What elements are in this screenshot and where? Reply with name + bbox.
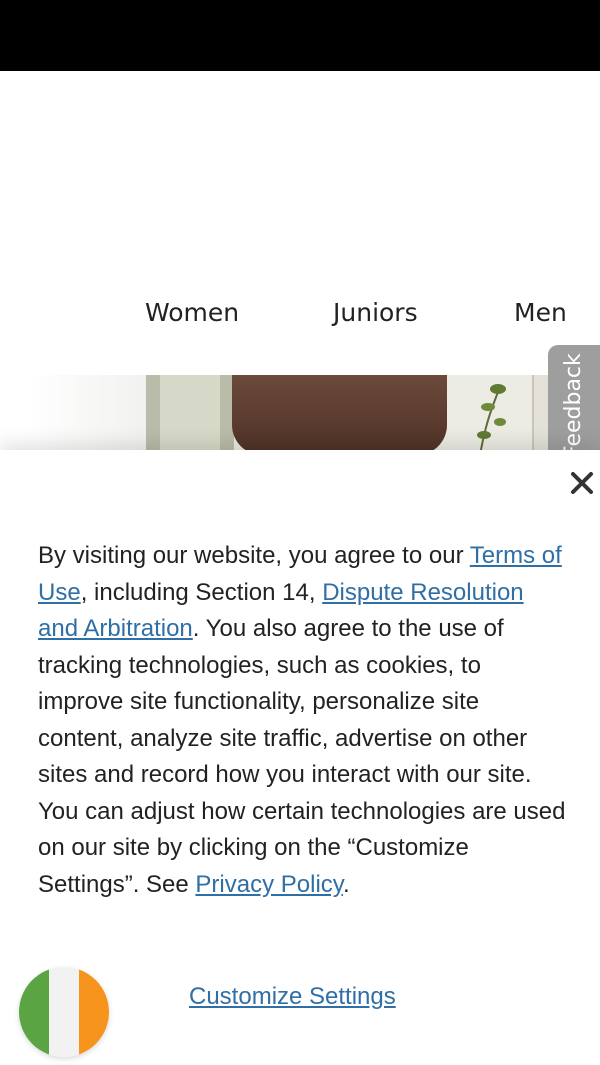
nav-item-juniors[interactable]: Juniors [333,290,418,336]
nav-item-men[interactable]: Men [514,290,567,336]
consent-text-section: , including Section 14, [80,578,323,606]
close-icon[interactable] [565,466,599,500]
header [0,71,600,281]
customize-settings-link[interactable]: Customize Settings [189,979,396,1015]
privacy-policy-link[interactable]: Privacy Policy [195,871,343,898]
nav-item-women[interactable]: Women [145,290,239,336]
consent-text: By visiting our website, you agree to ou… [38,538,568,903]
consent-text-end: . [343,870,350,898]
status-bar [0,0,600,71]
category-nav: Women Juniors Men [0,290,600,340]
feedback-label: Feedback [561,353,586,458]
consent-text-intro: By visiting our website, you agree to ou… [38,542,470,569]
hero-model-image [232,375,447,455]
hero-image [0,375,600,455]
consent-text-body: . You also agree to the use of tracking … [38,615,566,898]
feedback-tab[interactable]: Feedback [548,345,600,460]
ireland-flag-icon[interactable] [19,967,109,1057]
plant-image [477,384,506,455]
